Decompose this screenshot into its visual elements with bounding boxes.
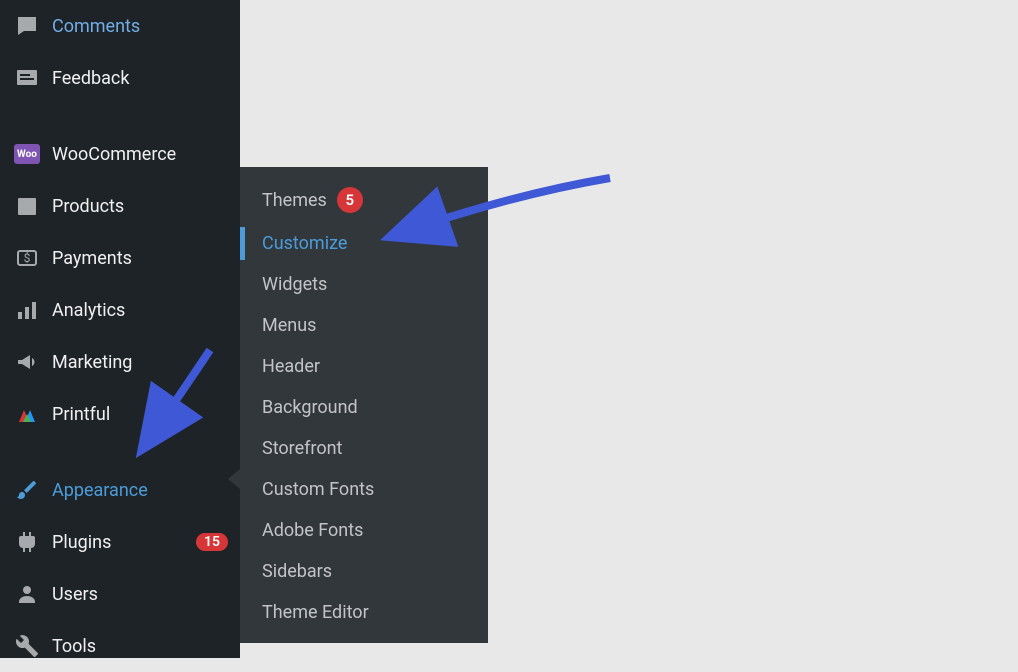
admin-sidebar: Comments Feedback Woo WooCommerce Produc… — [0, 0, 240, 658]
themes-badge: 5 — [337, 187, 363, 213]
sidebar-item-printful[interactable]: Printful — [0, 388, 240, 440]
comment-icon — [14, 13, 40, 39]
submenu-item-header[interactable]: Header — [240, 346, 488, 387]
submenu-item-menus[interactable]: Menus — [240, 305, 488, 346]
sidebar-item-label: Appearance — [52, 480, 228, 501]
submenu-item-background[interactable]: Background — [240, 387, 488, 428]
sidebar-item-payments[interactable]: $ Payments — [0, 232, 240, 284]
sidebar-item-feedback[interactable]: Feedback — [0, 52, 240, 104]
sidebar-item-label: Printful — [52, 404, 228, 425]
payments-icon: $ — [14, 245, 40, 271]
submenu-item-label: Background — [262, 397, 358, 418]
appearance-submenu: Themes 5 Customize Widgets Menus Header … — [240, 167, 488, 643]
sidebar-item-label: Products — [52, 196, 228, 217]
submenu-item-label: Custom Fonts — [262, 479, 374, 500]
sidebar-item-label: Comments — [52, 16, 228, 37]
submenu-item-label: Storefront — [262, 438, 342, 459]
submenu-item-adobe-fonts[interactable]: Adobe Fonts — [240, 510, 488, 551]
appearance-icon — [14, 477, 40, 503]
sidebar-item-marketing[interactable]: Marketing — [0, 336, 240, 388]
submenu-item-sidebars[interactable]: Sidebars — [240, 551, 488, 592]
submenu-item-label: Sidebars — [262, 561, 332, 582]
marketing-icon — [14, 349, 40, 375]
submenu-item-label: Customize — [262, 233, 347, 254]
plugins-icon — [14, 529, 40, 555]
sidebar-item-comments[interactable]: Comments — [0, 0, 240, 52]
sidebar-item-appearance[interactable]: Appearance — [0, 464, 240, 516]
printful-icon — [14, 401, 40, 427]
submenu-item-widgets[interactable]: Widgets — [240, 264, 488, 305]
submenu-item-storefront[interactable]: Storefront — [240, 428, 488, 469]
sidebar-item-label: Users — [52, 584, 228, 605]
sidebar-item-label: Tools — [52, 636, 228, 657]
plugins-badge: 15 — [196, 533, 228, 551]
sidebar-item-woocommerce[interactable]: Woo WooCommerce — [0, 128, 240, 180]
submenu-item-label: Header — [262, 356, 320, 377]
sidebar-item-users[interactable]: Users — [0, 568, 240, 620]
submenu-item-custom-fonts[interactable]: Custom Fonts — [240, 469, 488, 510]
sidebar-item-label: WooCommerce — [52, 144, 228, 165]
submenu-item-label: Adobe Fonts — [262, 520, 363, 541]
sidebar-item-label: Marketing — [52, 352, 228, 373]
submenu-item-label: Theme Editor — [262, 602, 369, 623]
submenu-item-label: Themes — [262, 190, 327, 211]
submenu-item-themes[interactable]: Themes 5 — [240, 177, 488, 223]
submenu-item-label: Menus — [262, 315, 316, 336]
analytics-icon — [14, 297, 40, 323]
sidebar-item-analytics[interactable]: Analytics — [0, 284, 240, 336]
sidebar-item-label: Feedback — [52, 68, 228, 89]
sidebar-item-tools[interactable]: Tools — [0, 620, 240, 672]
sidebar-item-products[interactable]: Products — [0, 180, 240, 232]
svg-text:$: $ — [24, 251, 31, 265]
sidebar-item-plugins[interactable]: Plugins 15 — [0, 516, 240, 568]
sidebar-item-label: Analytics — [52, 300, 228, 321]
feedback-icon — [14, 65, 40, 91]
submenu-item-theme-editor[interactable]: Theme Editor — [240, 592, 488, 633]
tools-icon — [14, 633, 40, 659]
woocommerce-icon: Woo — [14, 141, 40, 167]
submenu-item-customize[interactable]: Customize — [240, 223, 488, 264]
sidebar-item-label: Plugins — [52, 532, 190, 553]
products-icon — [14, 193, 40, 219]
submenu-item-label: Widgets — [262, 274, 327, 295]
sidebar-item-label: Payments — [52, 248, 228, 269]
users-icon — [14, 581, 40, 607]
